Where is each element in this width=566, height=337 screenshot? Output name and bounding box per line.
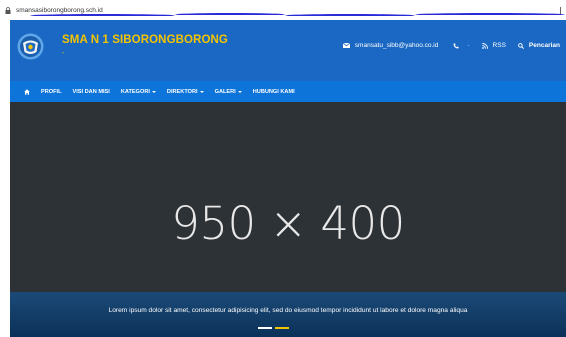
nav-item-galeri[interactable]: GALERI <box>215 89 242 95</box>
slide-caption-bar: Lorem ipsum dolor sit amet, consectetur … <box>10 292 566 337</box>
slide-indicators <box>258 327 292 329</box>
rss-label[interactable]: RSS <box>493 42 506 49</box>
school-logo[interactable] <box>17 33 44 60</box>
nav-item-direktori[interactable]: DIREKTORI <box>167 89 204 95</box>
search-link[interactable]: Pencarian <box>518 42 560 49</box>
browser-address-bar[interactable]: smansasiborongborong.sch.id <box>0 0 566 20</box>
chevron-down-icon <box>199 90 204 93</box>
lock-icon <box>5 6 11 14</box>
browser-url[interactable]: smansasiborongborong.sch.id <box>16 7 103 14</box>
envelope-icon <box>342 43 350 48</box>
email-link[interactable]: smansatu_sibb@yahoo.co.id <box>342 42 439 49</box>
header-tools: smansatu_sibb@yahoo.co.id - RSS Pencaria… <box>331 42 560 49</box>
underline-mark <box>175 13 285 16</box>
chevron-down-icon <box>237 90 242 93</box>
search-label[interactable]: Pencarian <box>529 42 560 49</box>
home-icon[interactable] <box>24 88 30 95</box>
nav-item-kategori[interactable]: KATEGORI <box>121 89 156 95</box>
slide-indicator-2[interactable] <box>275 327 289 329</box>
chevron-down-icon <box>151 90 156 93</box>
site-tagline: - <box>62 50 65 57</box>
phone-icon <box>453 43 459 49</box>
browser-menu-edge <box>560 7 563 14</box>
search-icon <box>518 42 524 49</box>
nav-item-hubungi-kami[interactable]: HUBUNGI KAMI <box>253 89 295 95</box>
phone-number[interactable]: - <box>467 42 469 49</box>
underline-mark <box>415 13 565 16</box>
nav-item-visi-misi[interactable]: VISI DAN MISI <box>73 89 110 95</box>
email-address[interactable]: smansatu_sibb@yahoo.co.id <box>355 42 439 49</box>
underline-mark <box>285 14 415 17</box>
main-nav: PROFIL VISI DAN MISI KATEGORI DIREKTORI … <box>10 81 566 102</box>
rss-icon <box>481 42 488 49</box>
rss-link[interactable]: RSS <box>481 42 506 49</box>
hero-slider[interactable]: 950 × 400 Lorem ipsum dolor sit amet, co… <box>10 102 566 337</box>
slide-placeholder-text: 950 × 400 <box>171 197 405 250</box>
underline-mark <box>30 14 175 17</box>
site-header: SMA N 1 SIBORONGBORONG - smansatu_sibb@y… <box>10 20 566 81</box>
slide-caption: Lorem ipsum dolor sit amet, consectetur … <box>108 307 468 314</box>
nav-item-profil[interactable]: PROFIL <box>41 89 62 95</box>
slide-indicator-1[interactable] <box>258 327 272 329</box>
site-title[interactable]: SMA N 1 SIBORONGBORONG <box>62 34 228 46</box>
phone-link[interactable]: - <box>453 42 470 49</box>
